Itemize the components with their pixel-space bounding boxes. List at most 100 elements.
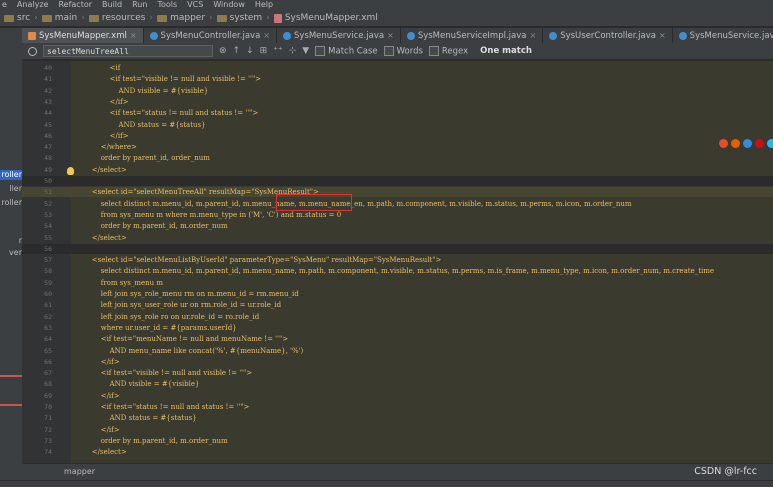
match-case-checkbox[interactable]: Match Case [315,45,378,56]
menu-item[interactable]: e [2,0,7,10]
breadcrumb-resources[interactable]: resources [88,13,145,23]
tab-sysmenumapper-xml[interactable]: SysMenuMapper.xml × [22,28,144,43]
tab-sysmenuservice[interactable]: SysMenuService.java × [277,28,401,43]
code-line[interactable]: 64 <if test="menuName != null and menuNa… [22,334,773,344]
highlight-annotation-box [276,194,352,211]
close-icon[interactable]: × [529,31,536,40]
breadcrumb-src[interactable]: src [4,13,30,23]
find-all-icon[interactable]: ⊞ [260,46,268,56]
code-editor[interactable]: 40 <if 41 <if test="visible != null and v… [22,61,773,463]
firefox-icon[interactable] [731,138,740,148]
tab-sysmenucontroller[interactable]: SysMenuController.java × [144,28,277,43]
code-line[interactable]: 54 order by m.parent_id, m.order_num [22,221,773,231]
sidebar-item[interactable]: ver [0,248,22,258]
folder-icon [88,14,99,22]
code-line[interactable]: 68 AND visible = #{visible} [22,379,773,389]
ie-icon[interactable] [767,138,773,148]
code-text: AND visible = #{visible} [74,86,209,95]
status-path: mapper [64,467,96,476]
breadcrumb-system[interactable]: system [216,13,262,23]
code-text: left join sys_role ro on ur.role_id = ro… [74,312,260,321]
search-input[interactable] [43,45,213,57]
menu-item-help[interactable]: Help [255,0,273,10]
sidebar-item[interactable]: r [0,236,22,246]
close-icon[interactable]: × [263,31,270,40]
code-line[interactable]: 49 </select> [22,165,773,175]
xml-file-icon [273,13,282,23]
code-line[interactable]: 61 left join sys_user_role ur on rm.role… [22,300,773,310]
tab-sysmenuserviceimpl[interactable]: SysMenuServiceImpl.java × [401,28,544,43]
code-line[interactable]: 51 <select id="selectMenuTreeAll" result… [22,187,773,198]
code-line[interactable]: 44 <if test="status != null and status !… [22,108,773,118]
code-line[interactable]: 62 left join sys_role ro on ur.role_id =… [22,312,773,322]
code-line[interactable]: 63 where ur.user_id = #{params.userId} [22,323,773,333]
code-text: select distinct m.menu_id, m.parent_id, … [74,267,715,276]
sidebar-item[interactable]: roller [0,170,22,180]
code-line[interactable]: 55 </select> [22,233,773,243]
menu-item-tools[interactable]: Tools [157,0,177,10]
code-line[interactable]: 43 </if> [22,97,773,107]
breadcrumb: src › main › resources › mapper › system… [0,10,773,27]
lightbulb-icon[interactable] [67,167,74,175]
code-text: </if> [74,425,120,434]
code-line[interactable]: 56 [22,243,773,254]
code-line[interactable]: 74 </select> [22,447,773,457]
menu-item-run[interactable]: Run [132,0,147,10]
code-line[interactable]: 52 select distinct m.menu_id, m.parent_i… [22,199,773,209]
regex-checkbox[interactable]: Regex [428,45,468,56]
code-line[interactable]: 57 <select id="selectMenuListByUserId" p… [22,255,773,265]
code-line[interactable]: 50 [22,176,773,186]
line-number: 59 [44,278,52,287]
opera-icon[interactable] [755,138,764,148]
safari-icon[interactable] [743,138,752,148]
code-line[interactable]: 46 </if> [22,131,773,141]
breadcrumb-mapper[interactable]: mapper [157,13,205,23]
tab-sysusercontroller[interactable]: SysUserController.java × [543,28,673,43]
java-class-icon [406,31,415,40]
sidebar-item[interactable]: ller [0,184,22,194]
code-line[interactable]: 58 select distinct m.menu_id, m.parent_i… [22,266,773,276]
menu-item-refactor[interactable]: Refactor [58,0,92,10]
close-icon[interactable]: × [659,31,666,40]
code-line[interactable]: 72 </if> [22,425,773,435]
code-line[interactable]: 69 </if> [22,391,773,401]
close-icon[interactable]: × [387,31,394,40]
clear-icon[interactable]: ⊗ [219,46,227,56]
code-line[interactable]: 70 <if test="status != null and status !… [22,402,773,412]
code-line[interactable]: 41 <if test="visible != null and visible… [22,74,773,84]
previous-occurrence-icon[interactable]: ↑ [233,46,241,56]
code-line[interactable]: 66 </if> [22,357,773,367]
code-line[interactable]: 59 from sys_menu m [22,278,773,288]
words-checkbox[interactable]: Words [383,45,423,56]
filter-icon[interactable]: ▼ [302,46,309,56]
next-occurrence-icon[interactable]: ↓ [246,46,254,56]
line-number: 74 [44,448,52,457]
breadcrumb-file[interactable]: SysMenuMapper.xml [273,13,378,23]
menu-item-window[interactable]: Window [213,0,245,10]
code-line[interactable]: 48 order by parent_id, order_num [22,153,773,163]
code-line[interactable]: 71 AND status = #{status} [22,413,773,423]
sidebar-item[interactable]: roller [0,198,22,208]
menu-item-vcs[interactable]: VCS [187,0,203,10]
close-icon[interactable]: × [130,31,137,40]
code-line[interactable]: 47 </where> [22,142,773,152]
code-line[interactable]: 45 AND status = #{status} [22,120,773,130]
code-line[interactable]: 67 <if test="visible != null and visible… [22,368,773,378]
java-class-icon [678,31,687,40]
add-occurrence-icon[interactable]: ⊹ [289,46,297,56]
error-marker [0,375,22,377]
code-line[interactable]: 65 AND menu_name like concat('%', #{menu… [22,346,773,356]
code-line[interactable]: 60 left join sys_role_menu rm on m.menu_… [22,289,773,299]
select-all-occurrences-icon[interactable]: ⁺⁺ [273,46,283,56]
code-text: order by m.parent_id, m.order_num [74,436,228,445]
menu-item-analyze[interactable]: Analyze [17,0,49,10]
code-line[interactable]: 40 <if [22,63,773,73]
tab-sysmenuservice-2[interactable]: SysMenuService.java [673,28,773,43]
chrome-icon[interactable] [719,138,728,148]
code-line[interactable]: 42 AND visible = #{visible} [22,86,773,96]
menu-item-build[interactable]: Build [102,0,122,10]
breadcrumb-main[interactable]: main [41,13,77,23]
folder-icon [4,14,14,22]
code-line[interactable]: 53 from sys_menu m where m.menu_type in … [22,210,773,220]
code-line[interactable]: 73 order by m.parent_id, m.order_num [22,436,773,446]
